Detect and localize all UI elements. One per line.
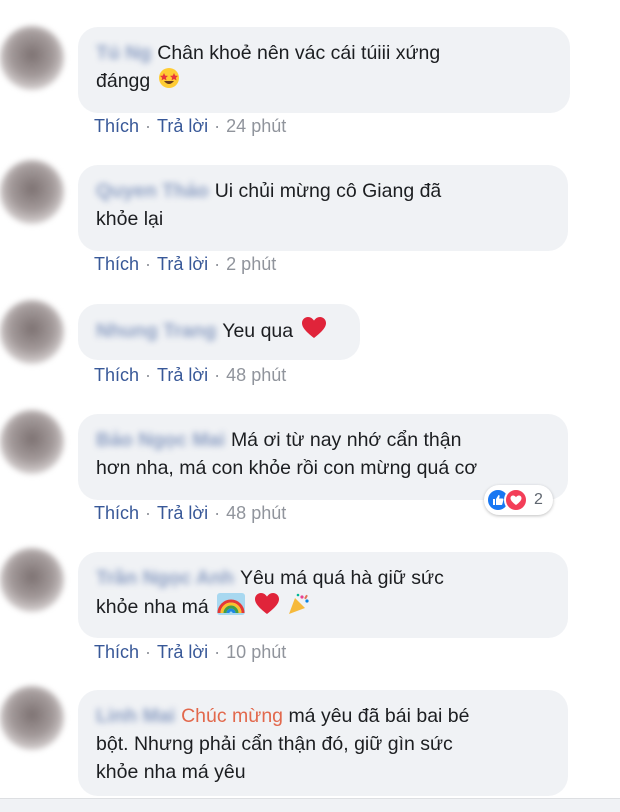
comment-time[interactable]: 48 phút [226, 503, 286, 523]
avatar[interactable] [0, 26, 64, 90]
separator: · [214, 503, 221, 523]
comment-text: Yêu má quá hà giữ sức [239, 567, 444, 589]
comment-author[interactable]: Nhung Trang [96, 317, 216, 345]
heart-emoji-icon [301, 316, 327, 348]
comment-text: đángg [96, 70, 151, 93]
comment-text: Chân khoẻ nên vác cái túiii xứng [157, 42, 441, 64]
comment-author[interactable]: Bảo Ngọc Mai [96, 426, 225, 454]
like-link[interactable]: Thích [94, 254, 139, 274]
comment-bubble: Tú Ng Chân khoẻ nên vác cái túiii xứng đá… [78, 27, 570, 113]
reaction-summary[interactable]: 2 [484, 485, 553, 515]
avatar[interactable] [0, 548, 64, 612]
reply-link[interactable]: Trả lời [157, 503, 208, 523]
comment-time[interactable]: 10 phút [226, 642, 286, 662]
comment-bubble: Nhung Trang Yeu qua [78, 304, 360, 360]
rainbow-emoji-icon [216, 592, 246, 624]
separator: · [145, 116, 152, 136]
reaction-count: 2 [534, 491, 543, 508]
comment-text: Má ơi từ nay nhớ cẩn thận [230, 429, 462, 451]
heart-emoji-icon [254, 592, 280, 624]
comment-text: bột. Nhưng phải cẩn thận đó, giữ gìn sức [96, 733, 453, 755]
comment-bubble: Quyen Thảo Ui chủi mừng cô Giang đã khỏe … [78, 165, 568, 251]
comment-actions: Thích · Trả lời · 24 phút [94, 116, 286, 137]
reply-link[interactable]: Trả lời [157, 642, 208, 662]
comment-time[interactable]: 24 phút [226, 116, 286, 136]
comment-text: Ui chủi mừng cô Giang đã [214, 180, 442, 202]
comment-actions: Thích · Trả lời · 48 phút [94, 365, 286, 386]
like-link[interactable]: Thích [94, 642, 139, 662]
separator: · [214, 642, 221, 662]
avatar[interactable] [0, 300, 64, 364]
comment-text: khỏe lại [96, 208, 164, 230]
like-link[interactable]: Thích [94, 116, 139, 136]
love-reaction-icon [504, 488, 528, 512]
comment-bubble: Linh Mai Chúc mừng má yêu đã bái bai bé b… [78, 690, 568, 796]
comment-text: Yeu qua [222, 320, 294, 343]
comment-text: hơn nha, má con khỏe rồi con mừng quá cơ [96, 457, 478, 479]
separator: · [145, 503, 152, 523]
comment-time[interactable]: 48 phút [226, 365, 286, 385]
comment-time[interactable]: 2 phút [226, 254, 276, 274]
comment-actions: Thích · Trả lời · 10 phút [94, 642, 286, 663]
comment-author[interactable]: Linh Mai [96, 702, 175, 730]
star-struck-emoji-icon [158, 67, 180, 97]
comment-author[interactable]: Quyen Thảo [96, 177, 209, 205]
comment-author[interactable]: Tú Ng [96, 39, 151, 67]
avatar[interactable] [0, 410, 64, 474]
separator: · [145, 642, 152, 662]
comment-author[interactable]: Trần Ngọc Anh [96, 564, 234, 592]
party-popper-emoji-icon [287, 592, 311, 624]
comment-text: khỏe nha má yêu [96, 761, 246, 783]
avatar[interactable] [0, 160, 64, 224]
separator: · [145, 254, 152, 274]
reply-link[interactable]: Trả lời [157, 254, 208, 274]
like-link[interactable]: Thích [94, 503, 139, 523]
comment-text: khỏe nha má [96, 596, 209, 619]
reply-link[interactable]: Trả lời [157, 365, 208, 385]
bottom-reply-bar [0, 798, 620, 812]
comment-actions: Thích · Trả lời · 48 phút [94, 503, 286, 524]
avatar[interactable] [0, 686, 64, 750]
comment-text: má yêu đã bái bai bé [288, 705, 470, 727]
highlighted-text: Chúc mừng [181, 705, 284, 727]
comment-actions: Thích · Trả lời · 2 phút [94, 254, 276, 275]
separator: · [214, 365, 221, 385]
comment-bubble: Trần Ngọc Anh Yêu má quá hà giữ sức khỏe … [78, 552, 568, 638]
separator: · [145, 365, 152, 385]
separator: · [214, 116, 221, 136]
reply-link[interactable]: Trả lời [157, 116, 208, 136]
like-link[interactable]: Thích [94, 365, 139, 385]
separator: · [214, 254, 221, 274]
